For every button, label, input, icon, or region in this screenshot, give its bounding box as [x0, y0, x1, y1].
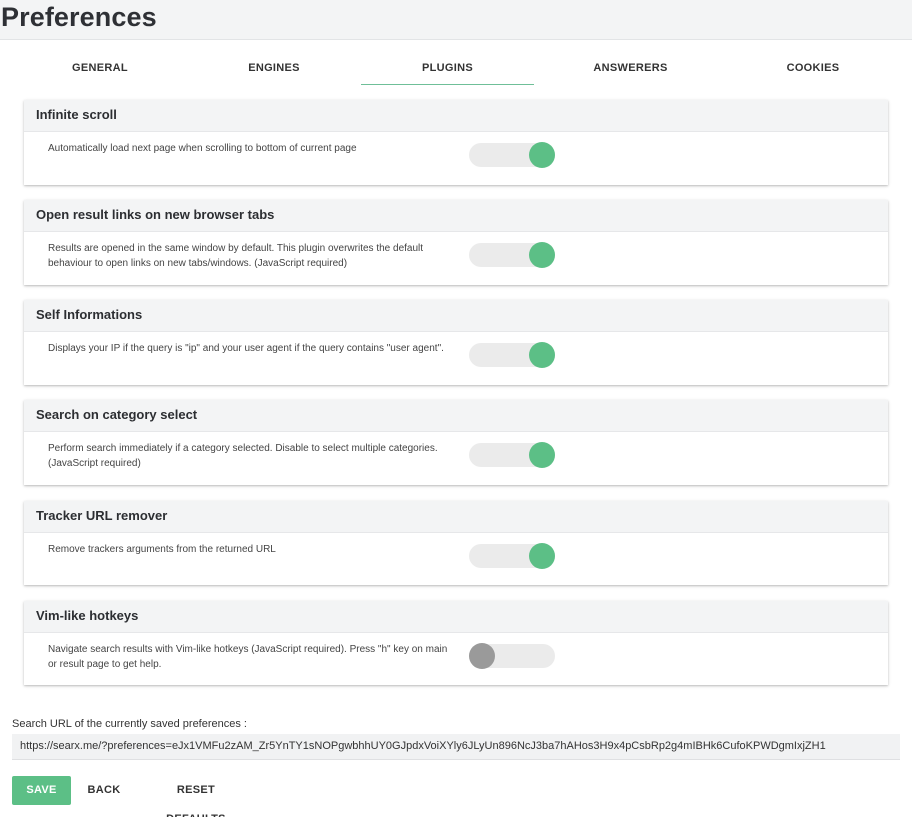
page-title: Preferences	[1, 2, 157, 32]
tab-answerers[interactable]: ANSWERERS	[544, 52, 717, 85]
plugin-description: Automatically load next page when scroll…	[48, 143, 357, 154]
plugin-description: Results are opened in the same window by…	[48, 243, 424, 269]
plugin-toggle-self-informations[interactable]	[469, 342, 555, 368]
plugin-toggle-open-result-links[interactable]	[469, 242, 555, 268]
search-url-label: Search URL of the currently saved prefer…	[12, 718, 247, 730]
plugin-title: Infinite scroll	[24, 100, 888, 132]
toggle-knob	[529, 242, 555, 268]
plugin-title: Self Informations	[24, 300, 888, 332]
plugin-card-tracker-url-remover: Tracker URL remover Remove trackers argu…	[24, 501, 888, 585]
tab-plugins[interactable]: PLUGINS	[361, 52, 534, 85]
plugin-description: Navigate search results with Vim-like ho…	[48, 644, 448, 670]
toggle-knob	[469, 643, 495, 669]
toggle-knob	[529, 543, 555, 569]
tab-engines[interactable]: ENGINES	[188, 52, 360, 85]
plugin-title: Open result links on new browser tabs	[24, 200, 888, 232]
plugin-toggle-infinite-scroll[interactable]	[469, 142, 555, 168]
search-url-field[interactable]: https://searx.me/?preferences=eJx1VMFu2z…	[12, 734, 900, 760]
plugin-toggle-tracker-url-remover[interactable]	[469, 543, 555, 569]
plugin-description: Remove trackers arguments from the retur…	[48, 544, 276, 555]
plugin-toggle-vim-like-hotkeys[interactable]	[469, 643, 555, 669]
plugin-card-self-informations: Self Informations Displays your IP if th…	[24, 300, 888, 385]
tab-general[interactable]: GENERAL	[10, 52, 190, 85]
plugin-card-vim-like-hotkeys: Vim-like hotkeys Navigate search results…	[24, 601, 888, 685]
toggle-knob	[529, 442, 555, 468]
plugin-card-search-on-category-select: Search on category select Perform search…	[24, 400, 888, 485]
plugin-toggle-search-on-category-select[interactable]	[469, 442, 555, 468]
toggle-knob	[529, 142, 555, 168]
plugin-card-infinite-scroll: Infinite scroll Automatically load next …	[24, 100, 888, 185]
tab-cookies[interactable]: COOKIES	[727, 52, 899, 85]
save-button[interactable]: SAVE	[12, 776, 71, 805]
preferences-tabs: GENERAL ENGINES PLUGINS ANSWERERS COOKIE…	[10, 52, 902, 86]
back-button[interactable]: BACK	[80, 776, 128, 805]
page-header: Preferences	[0, 0, 912, 40]
plugin-title: Tracker URL remover	[24, 501, 888, 533]
plugin-title: Search on category select	[24, 400, 888, 432]
reset-defaults-button[interactable]: RESET DEFAULTS	[146, 776, 246, 817]
plugin-description: Perform search immediately if a category…	[48, 443, 438, 469]
plugin-description: Displays your IP if the query is "ip" an…	[48, 343, 444, 354]
toggle-knob	[529, 342, 555, 368]
plugin-card-open-result-links: Open result links on new browser tabs Re…	[24, 200, 888, 285]
plugin-title: Vim-like hotkeys	[24, 601, 888, 633]
